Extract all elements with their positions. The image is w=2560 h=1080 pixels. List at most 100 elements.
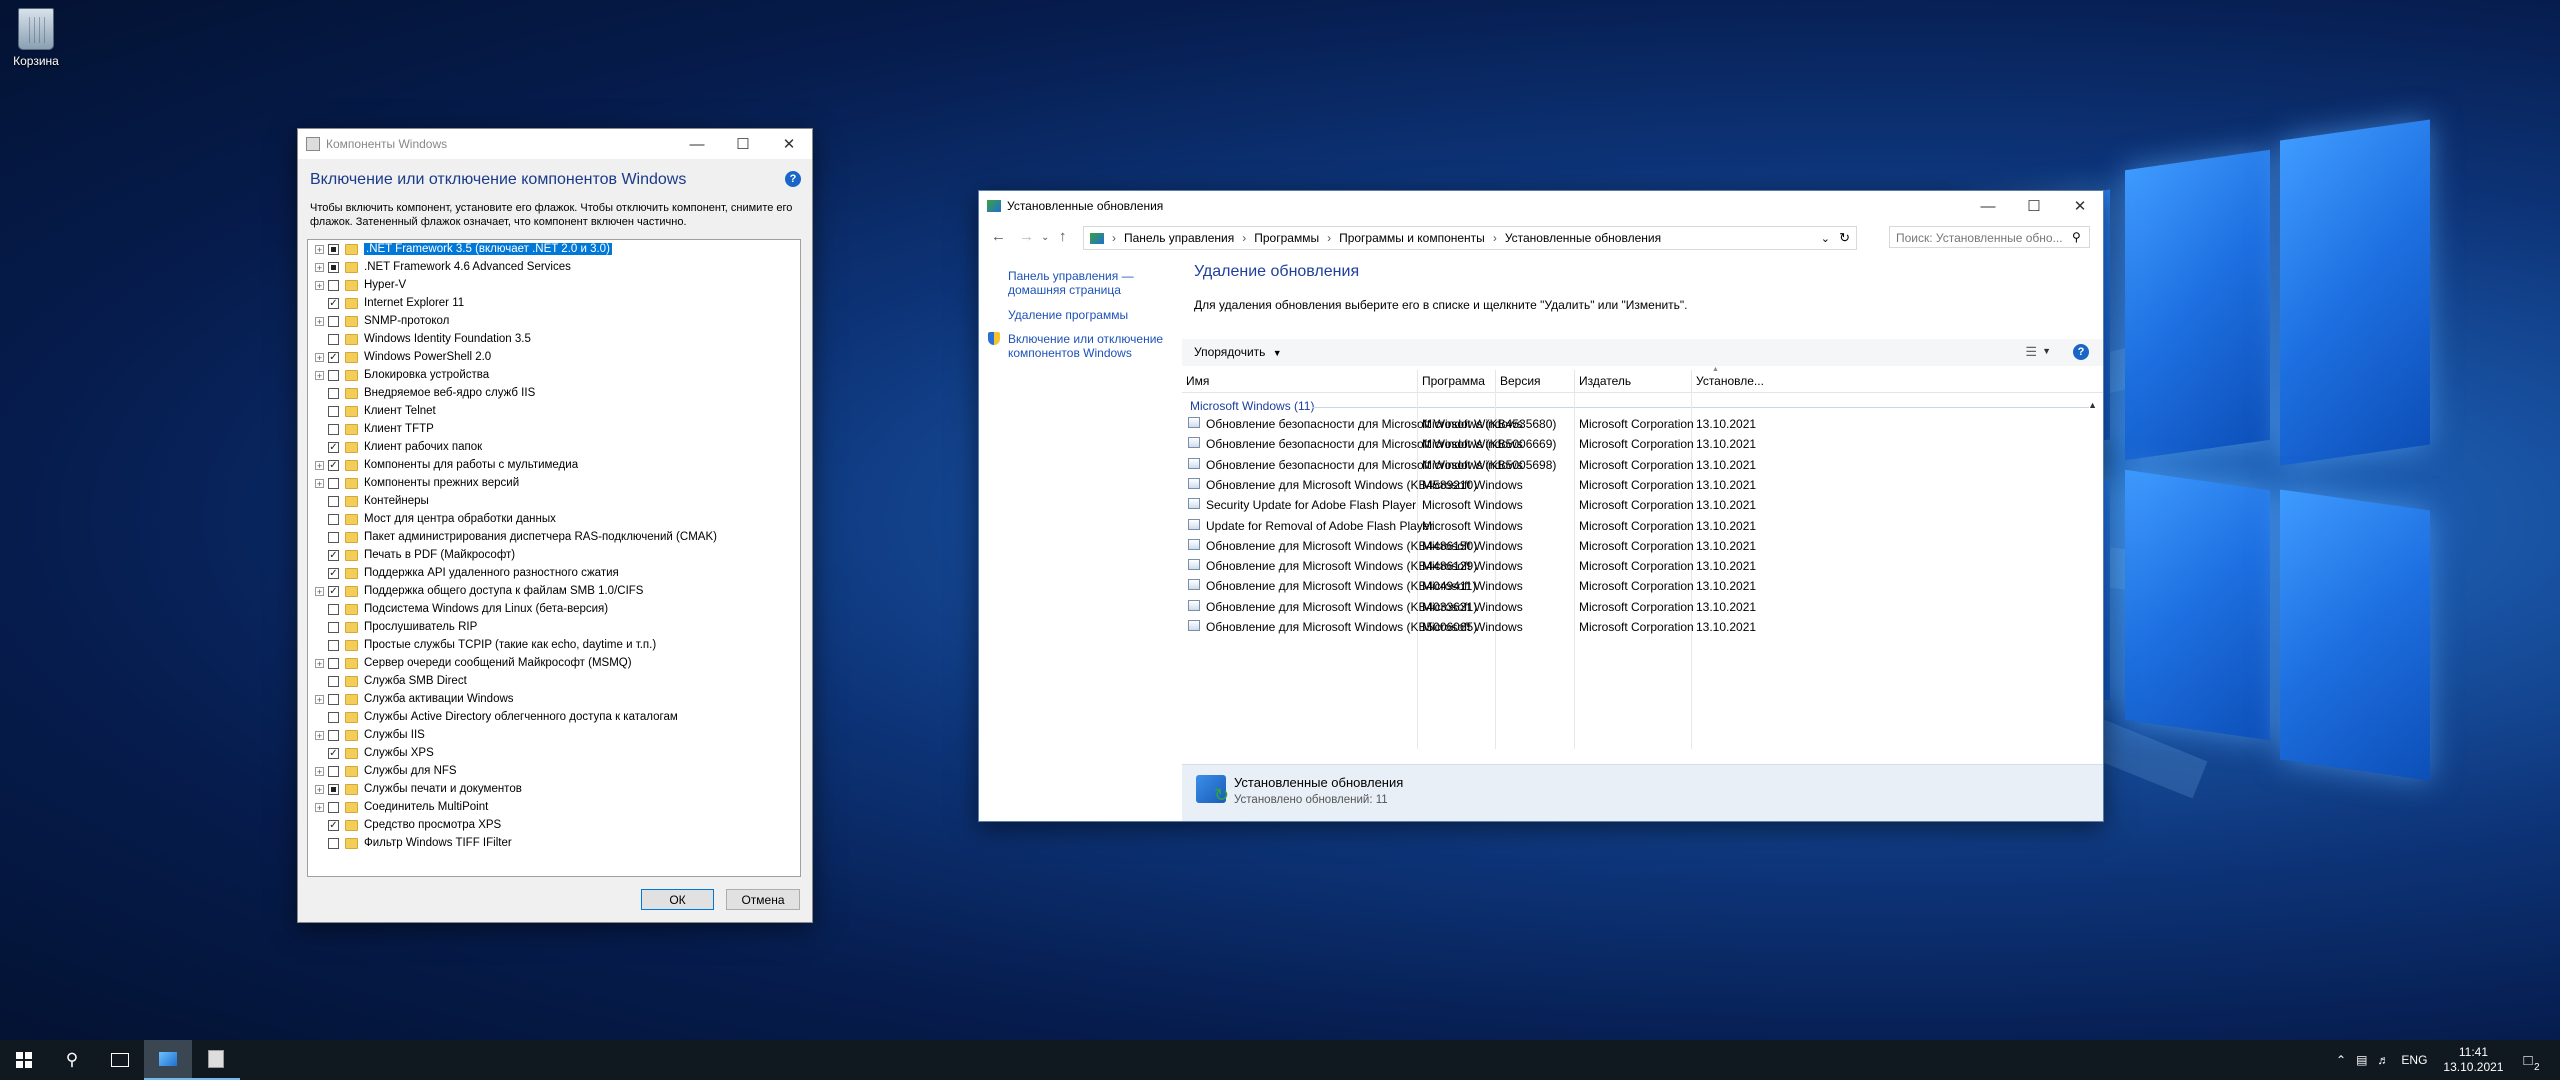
collapse-group-icon[interactable]: ▲ xyxy=(2088,400,2097,410)
feature-item[interactable]: Простые службы TCPIP (такие как echo, da… xyxy=(308,636,800,654)
expand-icon[interactable]: + xyxy=(315,352,324,362)
feature-checkbox[interactable] xyxy=(328,783,339,795)
feature-checkbox[interactable]: ✓ xyxy=(328,819,339,831)
help-icon[interactable]: ? xyxy=(785,171,801,187)
feature-checkbox[interactable] xyxy=(328,279,339,291)
column-publisher[interactable]: Издатель xyxy=(1579,374,1631,388)
link-control-panel-home[interactable]: Панель управления — домашняя страница xyxy=(1008,269,1168,297)
feature-checkbox[interactable]: ✓ xyxy=(328,585,339,597)
expand-icon[interactable]: + xyxy=(315,280,324,290)
minimize-button[interactable]: — xyxy=(674,129,720,159)
feature-item[interactable]: Службы Active Directory облегченного дос… xyxy=(308,708,800,726)
feature-item[interactable]: + .NET Framework 4.6 Advanced Services xyxy=(308,258,800,276)
notification-center-button[interactable]: □ 2 xyxy=(2523,1052,2539,1073)
feature-item[interactable]: Клиент Telnet xyxy=(308,402,800,420)
feature-item[interactable]: + Служба активации Windows xyxy=(308,690,800,708)
taskbar-features-dialog[interactable] xyxy=(192,1040,240,1080)
column-name[interactable]: Имя xyxy=(1186,374,1209,388)
updates-titlebar[interactable]: Установленные обновления — ☐ ✕ xyxy=(979,191,2103,221)
feature-checkbox[interactable] xyxy=(328,693,339,705)
organize-button[interactable]: Упорядочить ▼ xyxy=(1194,345,1282,359)
feature-checkbox[interactable] xyxy=(328,729,339,741)
column-program[interactable]: Программа xyxy=(1422,374,1485,388)
update-row[interactable]: Обновление для Microsoft Windows (KB4589… xyxy=(1182,475,2103,495)
feature-checkbox[interactable] xyxy=(328,477,339,489)
feature-item[interactable]: Внедряемое веб-ядро служб IIS xyxy=(308,384,800,402)
feature-checkbox[interactable] xyxy=(328,243,339,255)
update-row[interactable]: Update for Removal of Adobe Flash Player… xyxy=(1182,516,2103,536)
expand-icon[interactable]: + xyxy=(315,658,324,668)
feature-checkbox[interactable] xyxy=(328,711,339,723)
minimize-button[interactable]: — xyxy=(1965,191,2011,221)
network-icon[interactable]: ▤ xyxy=(2356,1053,2367,1067)
update-row[interactable]: Обновление для Microsoft Windows (KB4486… xyxy=(1182,556,2103,576)
feature-item[interactable]: + Службы IIS xyxy=(308,726,800,744)
feature-item[interactable]: Подсистема Windows для Linux (бета-верси… xyxy=(308,600,800,618)
update-row[interactable]: Обновление для Microsoft Windows (KB4486… xyxy=(1182,536,2103,556)
expand-icon[interactable]: + xyxy=(315,730,324,740)
search-input[interactable]: Поиск: Установленные обно... xyxy=(1889,226,2090,248)
expand-icon[interactable]: + xyxy=(315,370,324,380)
feature-item[interactable]: + Компоненты прежних версий xyxy=(308,474,800,492)
feature-item[interactable]: Клиент TFTP xyxy=(308,420,800,438)
feature-item[interactable]: ✓ Службы XPS xyxy=(308,744,800,762)
view-options-icon[interactable]: ☰ xyxy=(2025,344,2037,360)
features-titlebar[interactable]: Компоненты Windows — ☐ ✕ xyxy=(298,129,812,159)
feature-item[interactable]: + Сервер очереди сообщений Майкрософт (MS… xyxy=(308,654,800,672)
expand-icon[interactable]: + xyxy=(315,316,324,326)
taskbar-control-panel[interactable] xyxy=(144,1040,192,1080)
update-row[interactable]: Security Update for Adobe Flash Player Mi… xyxy=(1182,495,2103,515)
expand-icon[interactable]: + xyxy=(315,478,324,488)
cancel-button[interactable]: Отмена xyxy=(726,889,800,910)
update-row[interactable]: Обновление безопасности для Microsoft Wi… xyxy=(1182,434,2103,454)
feature-item[interactable]: Мост для центра обработки данных xyxy=(308,510,800,528)
update-row[interactable]: Обновление для Microsoft Windows (KB4049… xyxy=(1182,576,2103,596)
feature-checkbox[interactable] xyxy=(328,531,339,543)
feature-checkbox[interactable]: ✓ xyxy=(328,297,339,309)
view-dropdown-icon[interactable]: ▼ xyxy=(2042,346,2051,356)
update-row[interactable]: Обновление безопасности для Microsoft Wi… xyxy=(1182,414,2103,434)
expand-icon[interactable]: + xyxy=(315,460,324,470)
close-button[interactable]: ✕ xyxy=(2057,191,2103,221)
address-box[interactable]: › Панель управления › Программы › Програ… xyxy=(1083,226,1857,250)
recent-chevron-icon[interactable]: ⌄ xyxy=(1041,232,1049,243)
expand-icon[interactable]: + xyxy=(315,244,324,254)
refresh-icon[interactable]: ↻ xyxy=(1839,230,1850,246)
feature-checkbox[interactable] xyxy=(328,675,339,687)
feature-item[interactable]: Контейнеры xyxy=(308,492,800,510)
feature-item[interactable]: + ✓ Компоненты для работы с мультимедиа xyxy=(308,456,800,474)
update-row[interactable]: Обновление безопасности для Microsoft Wi… xyxy=(1182,455,2103,475)
feature-item[interactable]: + SNMP-протокол xyxy=(308,312,800,330)
feature-checkbox[interactable]: ✓ xyxy=(328,351,339,363)
feature-item[interactable]: + Hyper-V xyxy=(308,276,800,294)
up-arrow-icon[interactable]: ↑ xyxy=(1059,228,1067,245)
show-hidden-icons-icon[interactable]: ⌃ xyxy=(2336,1053,2346,1067)
maximize-button[interactable]: ☐ xyxy=(720,129,766,159)
feature-checkbox[interactable] xyxy=(328,765,339,777)
feature-checkbox[interactable] xyxy=(328,513,339,525)
feature-item[interactable]: Служба SMB Direct xyxy=(308,672,800,690)
feature-checkbox[interactable] xyxy=(328,801,339,813)
feature-checkbox[interactable] xyxy=(328,657,339,669)
feature-item[interactable]: ✓ Клиент рабочих папок xyxy=(308,438,800,456)
clock[interactable]: 11:41 13.10.2021 xyxy=(2443,1045,2503,1075)
link-turn-windows-features[interactable]: Включение или отключение компонентов Win… xyxy=(1008,332,1173,360)
start-button[interactable] xyxy=(0,1040,48,1080)
feature-item[interactable]: Прослушиватель RIP xyxy=(308,618,800,636)
maximize-button[interactable]: ☐ xyxy=(2011,191,2057,221)
feature-checkbox[interactable] xyxy=(328,333,339,345)
expand-icon[interactable]: + xyxy=(315,586,324,596)
expand-icon[interactable]: + xyxy=(315,784,324,794)
column-version[interactable]: Версия xyxy=(1500,374,1541,388)
feature-item[interactable]: + Соединитель MultiPoint xyxy=(308,798,800,816)
search-button[interactable]: ⚲ xyxy=(48,1040,96,1080)
feature-item[interactable]: + Службы для NFS xyxy=(308,762,800,780)
desktop-recycle-bin[interactable]: Корзина xyxy=(8,8,64,68)
feature-checkbox[interactable] xyxy=(328,495,339,507)
feature-item[interactable]: + Блокировка устройства xyxy=(308,366,800,384)
breadcrumb-programs-features[interactable]: Программы и компоненты xyxy=(1339,231,1485,245)
feature-checkbox[interactable]: ✓ xyxy=(328,459,339,471)
feature-item[interactable]: + ✓ Windows PowerShell 2.0 xyxy=(308,348,800,366)
update-row[interactable]: Обновление для Microsoft Windows (KB5006… xyxy=(1182,617,2103,637)
breadcrumb-control-panel[interactable]: Панель управления xyxy=(1124,231,1234,245)
